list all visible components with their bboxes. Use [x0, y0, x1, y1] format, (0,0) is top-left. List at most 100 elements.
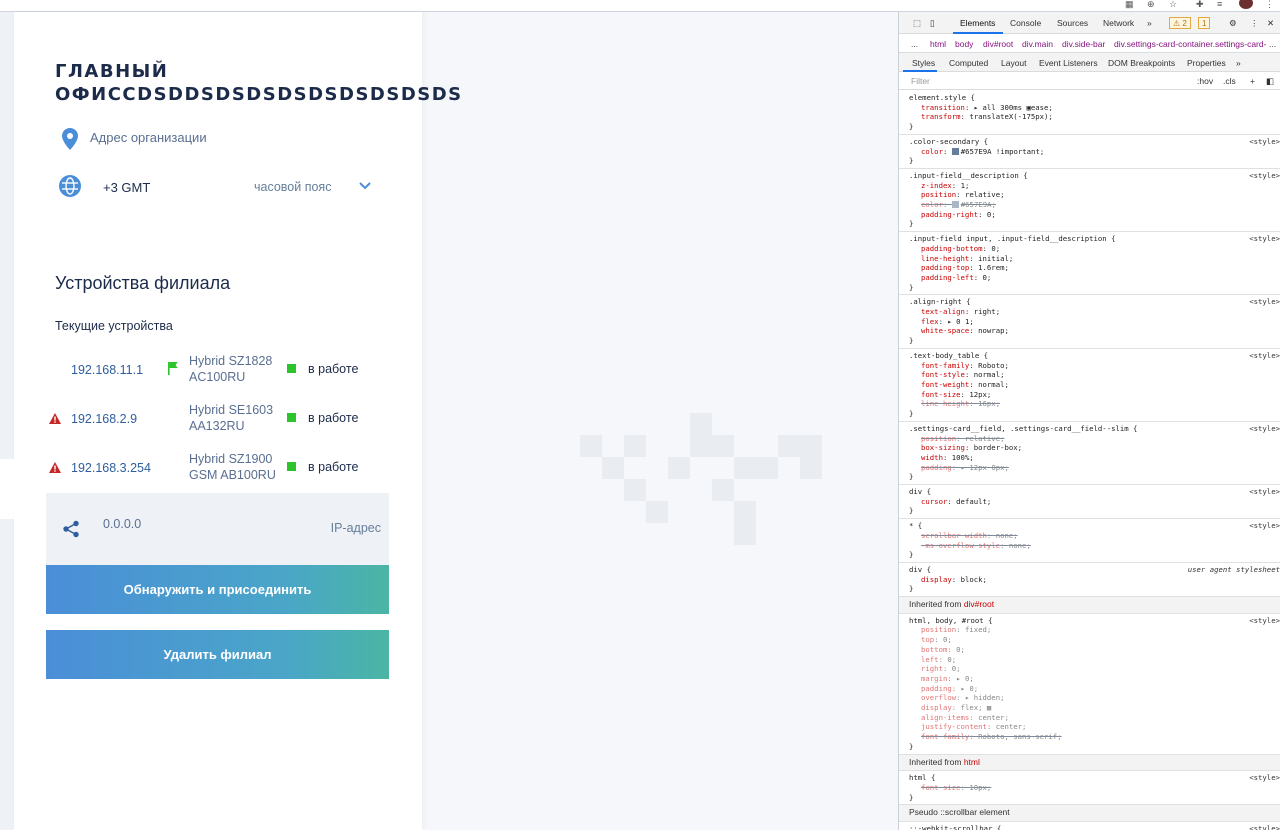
css-declaration[interactable]: left: 0; [909, 655, 1280, 665]
breadcrumb-item[interactable]: div.main [1022, 39, 1053, 49]
css-declaration[interactable]: font-style: normal; [909, 370, 1280, 380]
property-name[interactable]: width [921, 453, 943, 462]
zoom-icon[interactable]: ⊕ [1147, 0, 1155, 9]
css-declaration[interactable]: font-family: Roboto; [909, 361, 1280, 371]
css-declaration[interactable]: padding-left: 0; [909, 273, 1280, 283]
property-value[interactable]: Roboto, sans-serif; [978, 732, 1061, 741]
property-name[interactable]: color [921, 147, 943, 156]
subtab-event-listeners[interactable]: Event Listeners [1039, 58, 1098, 68]
property-name[interactable]: font-weight [921, 380, 969, 389]
property-value[interactable]: flex; ▦ [961, 703, 992, 712]
warnings-badge[interactable]: ⚠ 2 [1169, 17, 1191, 29]
rule-source-link[interactable]: <style> [1249, 487, 1280, 497]
css-declaration[interactable]: font-weight: normal; [909, 380, 1280, 390]
css-declaration[interactable]: transition: ▸ all 300ms ▣ease; [909, 103, 1280, 113]
color-swatch[interactable] [951, 147, 959, 155]
property-value[interactable]: initial; [978, 254, 1013, 263]
property-value[interactable]: relative; [965, 190, 1005, 199]
property-name[interactable]: padding-bottom [921, 244, 983, 253]
style-rule[interactable]: .color-secondary {<style> color: #657E9A … [899, 135, 1280, 169]
rule-source-link[interactable]: <style> [1249, 521, 1280, 531]
color-swatch[interactable] [951, 201, 959, 209]
property-value[interactable]: 1.6rem; [978, 263, 1009, 272]
rule-source-link[interactable]: <style> [1249, 137, 1280, 147]
property-name[interactable]: position [921, 625, 956, 634]
breadcrumb-item[interactable]: ... [911, 39, 918, 49]
property-name[interactable]: -ms-overflow-style [921, 541, 1000, 550]
style-rule[interactable]: .input-field input, .input-field__descri… [899, 232, 1280, 296]
property-name[interactable]: display [921, 575, 952, 584]
rule-selector[interactable]: .settings-card__field, .settings-card__f… [909, 424, 1280, 434]
css-declaration[interactable]: padding: ▸ 12px 0px; [909, 463, 1280, 473]
style-rule[interactable]: html {<style> font-size: 10px;} [899, 771, 1280, 806]
subtab-properties[interactable]: Properties [1187, 58, 1226, 68]
css-declaration[interactable]: color: #657E9A !important; [909, 147, 1280, 157]
rule-selector[interactable]: .color-secondary { [909, 137, 1280, 147]
css-declaration[interactable]: flex: ▸ 0 1; [909, 317, 1280, 327]
discover-connect-button[interactable]: Обнаружить и присоединить [46, 565, 389, 614]
css-declaration[interactable]: font-family: Roboto, sans-serif; [909, 732, 1280, 742]
property-name[interactable]: box-sizing [921, 443, 965, 452]
rule-selector[interactable]: .text-body_table { [909, 351, 1280, 361]
rule-source-link[interactable]: <style> [1249, 234, 1280, 244]
property-value[interactable]: center; [978, 713, 1009, 722]
property-name[interactable]: scrollbar-width [921, 531, 987, 540]
property-name[interactable]: color [921, 200, 943, 209]
property-value[interactable]: 0; [956, 645, 965, 654]
delete-branch-button[interactable]: Удалить филиал [46, 630, 389, 679]
property-name[interactable]: white-space [921, 326, 969, 335]
property-name[interactable]: align-items [921, 713, 969, 722]
property-value[interactable]: border-box; [974, 443, 1022, 452]
css-declaration[interactable]: text-align: right; [909, 307, 1280, 317]
css-declaration[interactable]: top: 0; [909, 635, 1280, 645]
rule-selector[interactable]: .input-field input, .input-field__descri… [909, 234, 1280, 244]
property-value[interactable]: right; [974, 307, 1000, 316]
subtab-layout[interactable]: Layout [1001, 58, 1027, 68]
property-name[interactable]: flex [921, 317, 939, 326]
device-toggle-icon[interactable]: ▯ [930, 18, 935, 29]
property-value[interactable]: 0; [952, 664, 961, 673]
inherited-target-link[interactable]: html [964, 757, 980, 767]
css-declaration[interactable]: line-height: 16px; [909, 399, 1280, 409]
css-declaration[interactable]: padding-top: 1.6rem; [909, 263, 1280, 273]
breadcrumb-item[interactable]: html [930, 39, 946, 49]
tab-sources[interactable]: Sources [1057, 18, 1088, 28]
property-value[interactable]: ▸ 0; [956, 674, 974, 683]
subtab-dom-breakpoints[interactable]: DOM Breakpoints [1108, 58, 1175, 68]
subtab-computed[interactable]: Computed [949, 58, 988, 68]
property-value[interactable]: normal; [974, 370, 1005, 379]
property-name[interactable]: padding [921, 684, 952, 693]
property-value[interactable]: relative; [965, 434, 1005, 443]
more-tabs[interactable]: » [1147, 18, 1152, 28]
property-name[interactable]: left [921, 655, 939, 664]
css-declaration[interactable]: transform: translateX(-175px); [909, 112, 1280, 122]
property-name[interactable]: transition [921, 103, 965, 112]
css-declaration[interactable]: font-size: 12px; [909, 390, 1280, 400]
property-name[interactable]: padding-left [921, 273, 974, 282]
subtab-more[interactable]: » [1236, 58, 1241, 68]
property-value[interactable]: ▸ 0; [961, 684, 979, 693]
property-value[interactable]: center; [996, 722, 1027, 731]
style-rule[interactable]: .settings-card__field, .settings-card__f… [899, 422, 1280, 486]
rule-source-link[interactable]: <style> [1249, 171, 1280, 181]
property-name[interactable]: font-family [921, 732, 969, 741]
css-declaration[interactable]: bottom: 0; [909, 645, 1280, 655]
css-declaration[interactable]: display: block; [909, 575, 1280, 585]
property-name[interactable]: position [921, 190, 956, 199]
puzzle-icon[interactable]: ✚ [1196, 0, 1204, 9]
rule-selector[interactable]: .input-field__description { [909, 171, 1280, 181]
media-icon[interactable]: ≡ [1217, 0, 1222, 9]
star-icon[interactable]: ☆ [1169, 0, 1177, 9]
property-name[interactable]: line-height [921, 399, 969, 408]
tab-console[interactable]: Console [1010, 18, 1041, 28]
inherited-target-link[interactable]: div#root [964, 599, 994, 609]
ip-address-field[interactable]: 0.0.0.0 IP-адрес [46, 493, 389, 565]
css-declaration[interactable]: display: flex; ▦ [909, 703, 1280, 713]
rule-selector[interactable]: html { [909, 773, 1280, 783]
property-name[interactable]: padding [921, 463, 952, 472]
css-declaration[interactable]: padding: ▸ 0; [909, 684, 1280, 694]
property-name[interactable]: bottom [921, 645, 947, 654]
tab-network[interactable]: Network [1103, 18, 1134, 28]
style-rule[interactable]: html, body, #root {<style> position: fixe… [899, 614, 1280, 755]
css-declaration[interactable]: padding-bottom: 0; [909, 244, 1280, 254]
